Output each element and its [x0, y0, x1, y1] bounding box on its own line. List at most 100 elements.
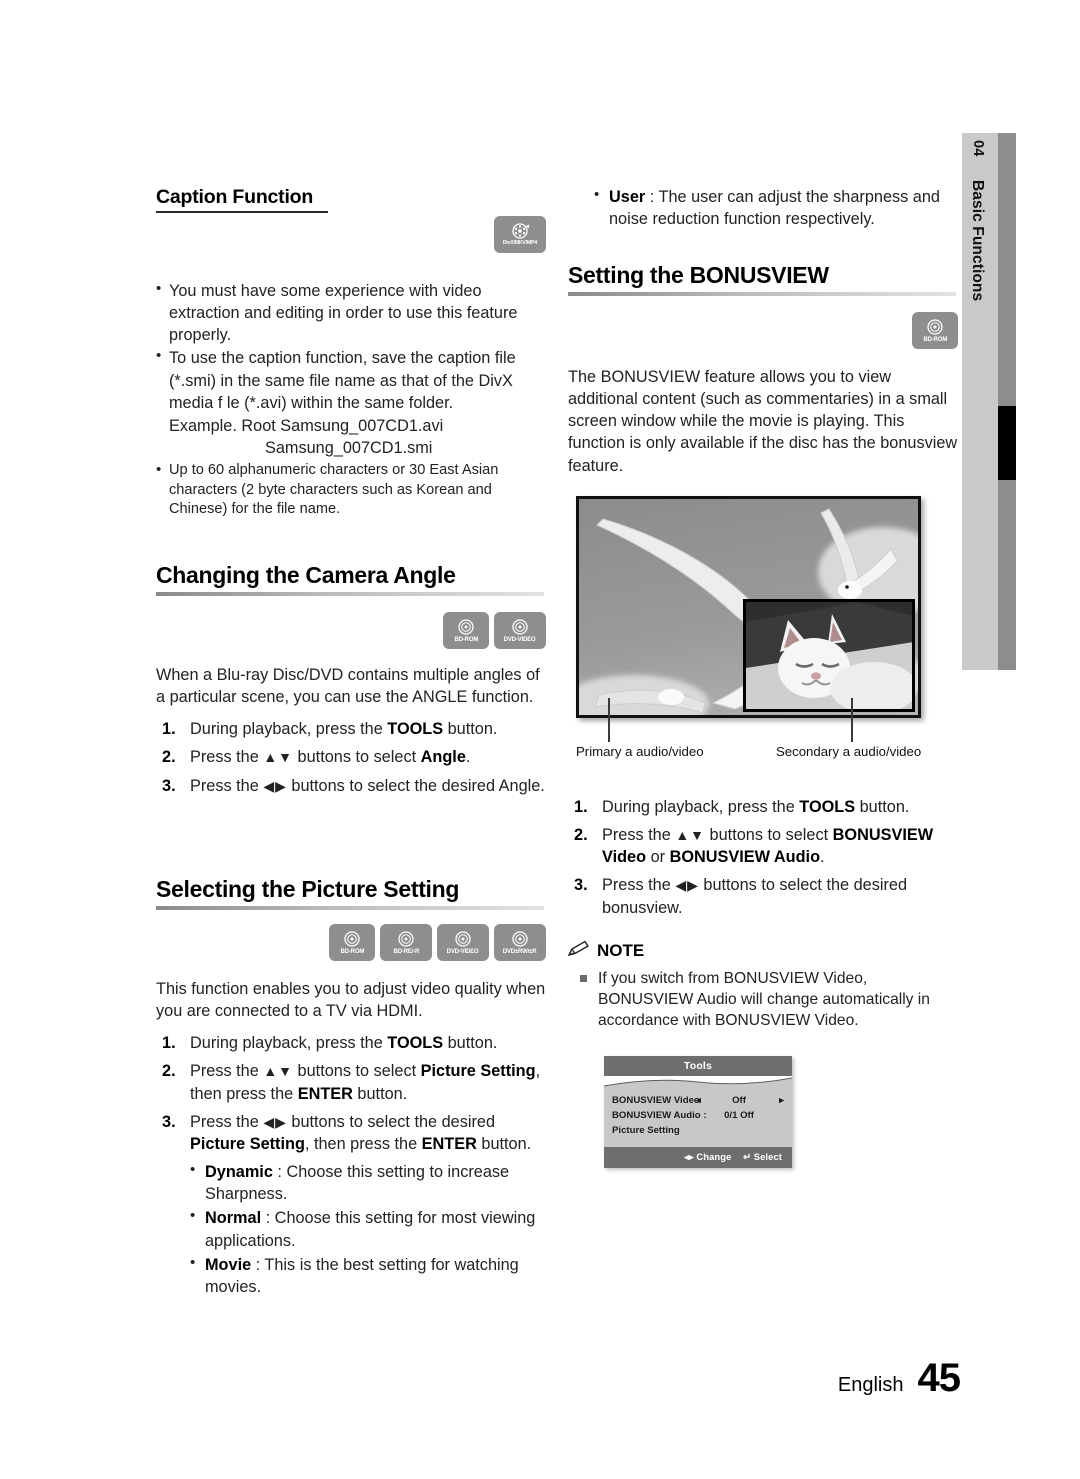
disc-icon-label: DVD-VIDEO	[504, 635, 536, 643]
step-text-pre: Press the	[190, 776, 264, 795]
dvd-video-icon: DVD-VIDEO	[494, 612, 546, 649]
item-label: Picture Setting	[612, 1125, 680, 1136]
step-item: Press the ▲▼ buttons to select Picture S…	[156, 1060, 546, 1104]
tools-menu-wave-divider	[604, 1076, 792, 1089]
step-item: Press the ◀▶ buttons to select the desir…	[156, 1111, 546, 1155]
step-text-post: button.	[443, 1034, 498, 1053]
step-text-post: .	[465, 748, 471, 767]
picture-setting-intro: This function enables you to adjust vide…	[156, 980, 546, 1021]
dvd-video-icon: DVD-VIDEO	[437, 924, 489, 961]
secondary-video-pip	[743, 599, 915, 712]
tools-menu-item-bonusview-audio[interactable]: BONUSVIEW Audio : 0/1 Off	[612, 1108, 784, 1123]
list-item: If you switch from BONUSVIEW Video, BONU…	[568, 968, 958, 1032]
dvd-rw-r-icon: DVD±RW/±R	[494, 924, 546, 961]
disc-icon-label: BD-ROM	[340, 947, 364, 955]
step-text-pre: During playback, press the	[190, 1034, 388, 1053]
disc-icon-label: BD-ROM	[454, 635, 478, 643]
tools-menu-footer: ◂▸ Change ↵ Select	[604, 1147, 792, 1168]
up-down-arrows-icon: ▲▼	[263, 1063, 294, 1080]
step-text-pre: Press the	[190, 1062, 264, 1081]
tools-menu-item-picture-setting[interactable]: Picture Setting	[612, 1123, 784, 1138]
step-bold: TOOLS	[387, 1034, 444, 1053]
list-item: Up to 60 alphanumeric characters or 30 E…	[156, 460, 546, 520]
chapter-number: 04	[970, 140, 986, 157]
up-down-arrows-icon: ▲▼	[675, 827, 706, 844]
bd-re-r-icon: BD-RE/-R	[380, 924, 432, 961]
title-rule	[156, 906, 544, 911]
step-bold: Picture Setting	[190, 1134, 305, 1153]
disc-icon-label: DVD-VIDEO	[447, 947, 479, 955]
disc-icon-label: BD-RE/-R	[393, 947, 419, 955]
disc-glyph	[510, 930, 530, 947]
step-bold: TOOLS	[799, 798, 856, 816]
step-text-post: Angle.	[498, 776, 545, 795]
up-down-arrows-icon: ▲▼	[263, 749, 294, 766]
step-text-pre: During playback, press the	[602, 798, 800, 816]
bd-rom-icon: BD-ROM	[912, 312, 958, 349]
bonusview-intro: The BONUSVIEW feature allows you to view…	[568, 368, 958, 475]
tools-menu-title: Tools	[604, 1056, 792, 1076]
step-item: During playback, press the TOOLS button.	[568, 796, 958, 818]
picture-setting-icons: BD-ROM BD-RE/-R DVD-VIDEO DVD±RW/±R	[156, 924, 546, 961]
step-item: Press the ▲▼ buttons to select BONUSVIEW…	[568, 824, 958, 868]
left-right-arrows-icon: ◀▶	[263, 777, 287, 794]
camera-angle-section: Changing the Camera Angle	[156, 562, 546, 597]
option-name: Movie	[205, 1255, 252, 1274]
picture-setting-body: This function enables you to adjust vide…	[156, 978, 546, 1300]
left-arrow-icon[interactable]: ◂	[696, 1095, 708, 1106]
example-line-2: Samsung_007CD1.smi	[265, 439, 433, 458]
caption-function-title: Caption Function	[156, 186, 314, 208]
list-item: Normal : Choose this setting for most vi…	[190, 1206, 546, 1251]
step-text-post: .	[820, 848, 825, 867]
step-item: During playback, press the TOOLS button.	[156, 718, 546, 740]
option-desc: : This is the best setting for watching …	[205, 1255, 519, 1296]
camera-angle-title: Changing the Camera Angle	[156, 562, 456, 588]
bonusview-title: Setting the BONUSVIEW	[568, 262, 829, 288]
page-number: 45	[917, 1356, 961, 1400]
disc-glyph	[453, 930, 473, 947]
title-underline	[156, 211, 328, 214]
camera-angle-intro: When a Blu-ray Disc/DVD contains multipl…	[156, 666, 540, 707]
pencil-icon	[567, 940, 590, 962]
secondary-callout-line	[851, 698, 853, 742]
primary-callout-line	[608, 698, 610, 742]
step-text-pre: Press the	[190, 748, 264, 767]
disc-glyph	[396, 930, 416, 947]
list-item: Dynamic : Choose this setting to increas…	[190, 1160, 546, 1205]
list-item: User : The user can adjust the sharpness…	[594, 185, 958, 230]
primary-video-image	[576, 496, 921, 718]
bd-rom-icon: BD-ROM	[329, 924, 375, 961]
list-item: To use the caption function, save the ca…	[156, 346, 546, 413]
step-bold-2: ENTER	[421, 1134, 477, 1153]
step-text-pre: Press the	[602, 876, 676, 895]
item-value: Off	[732, 1095, 746, 1106]
option-name: Normal	[205, 1209, 262, 1228]
list-item: Movie : This is the best setting for wat…	[190, 1253, 546, 1298]
chapter-tab-bar	[998, 133, 1016, 670]
note-heading: NOTE	[567, 940, 958, 962]
footer-change-hint: ◂▸ Change	[684, 1151, 732, 1162]
example-line-1: Example. Root Samsung_007CD1.avi	[169, 416, 444, 435]
step-item: Press the ◀▶ buttons to select the desir…	[568, 874, 958, 918]
step-text-mid2: or	[646, 848, 670, 867]
step-text-pre: Press the	[602, 826, 676, 845]
item-label: BONUSVIEW Audio :	[612, 1110, 707, 1121]
tools-menu: Tools BONUSVIEW Video ◂ Off ▸ BONUSVIEW …	[604, 1056, 792, 1168]
disc-glyph	[510, 618, 530, 635]
bd-rom-icon: BD-ROM	[443, 612, 489, 649]
title-rule	[568, 292, 956, 297]
step-text-pre: Press the	[190, 1112, 264, 1131]
tools-menu-items: BONUSVIEW Video ◂ Off ▸ BONUSVIEW Audio …	[604, 1089, 792, 1147]
list-item-text: To use the caption function, save the ca…	[169, 349, 516, 412]
tools-menu-item-bonusview-video[interactable]: BONUSVIEW Video ◂ Off ▸	[612, 1093, 784, 1108]
picture-setting-title: Selecting the Picture Setting	[156, 876, 460, 902]
item-value: 0/1 Off	[724, 1110, 754, 1121]
note-block: NOTE If you switch from BONUSVIEW Video,…	[567, 940, 958, 1032]
step-text-post: button.	[443, 720, 498, 739]
right-arrow-icon[interactable]: ▸	[770, 1095, 784, 1106]
note-label: NOTE	[597, 941, 645, 960]
step-text-post: button.	[476, 1134, 532, 1153]
item-label: BONUSVIEW Video	[612, 1095, 700, 1106]
step-text-post: button.	[855, 798, 910, 816]
left-right-arrows-icon: ◀▶	[675, 877, 699, 894]
